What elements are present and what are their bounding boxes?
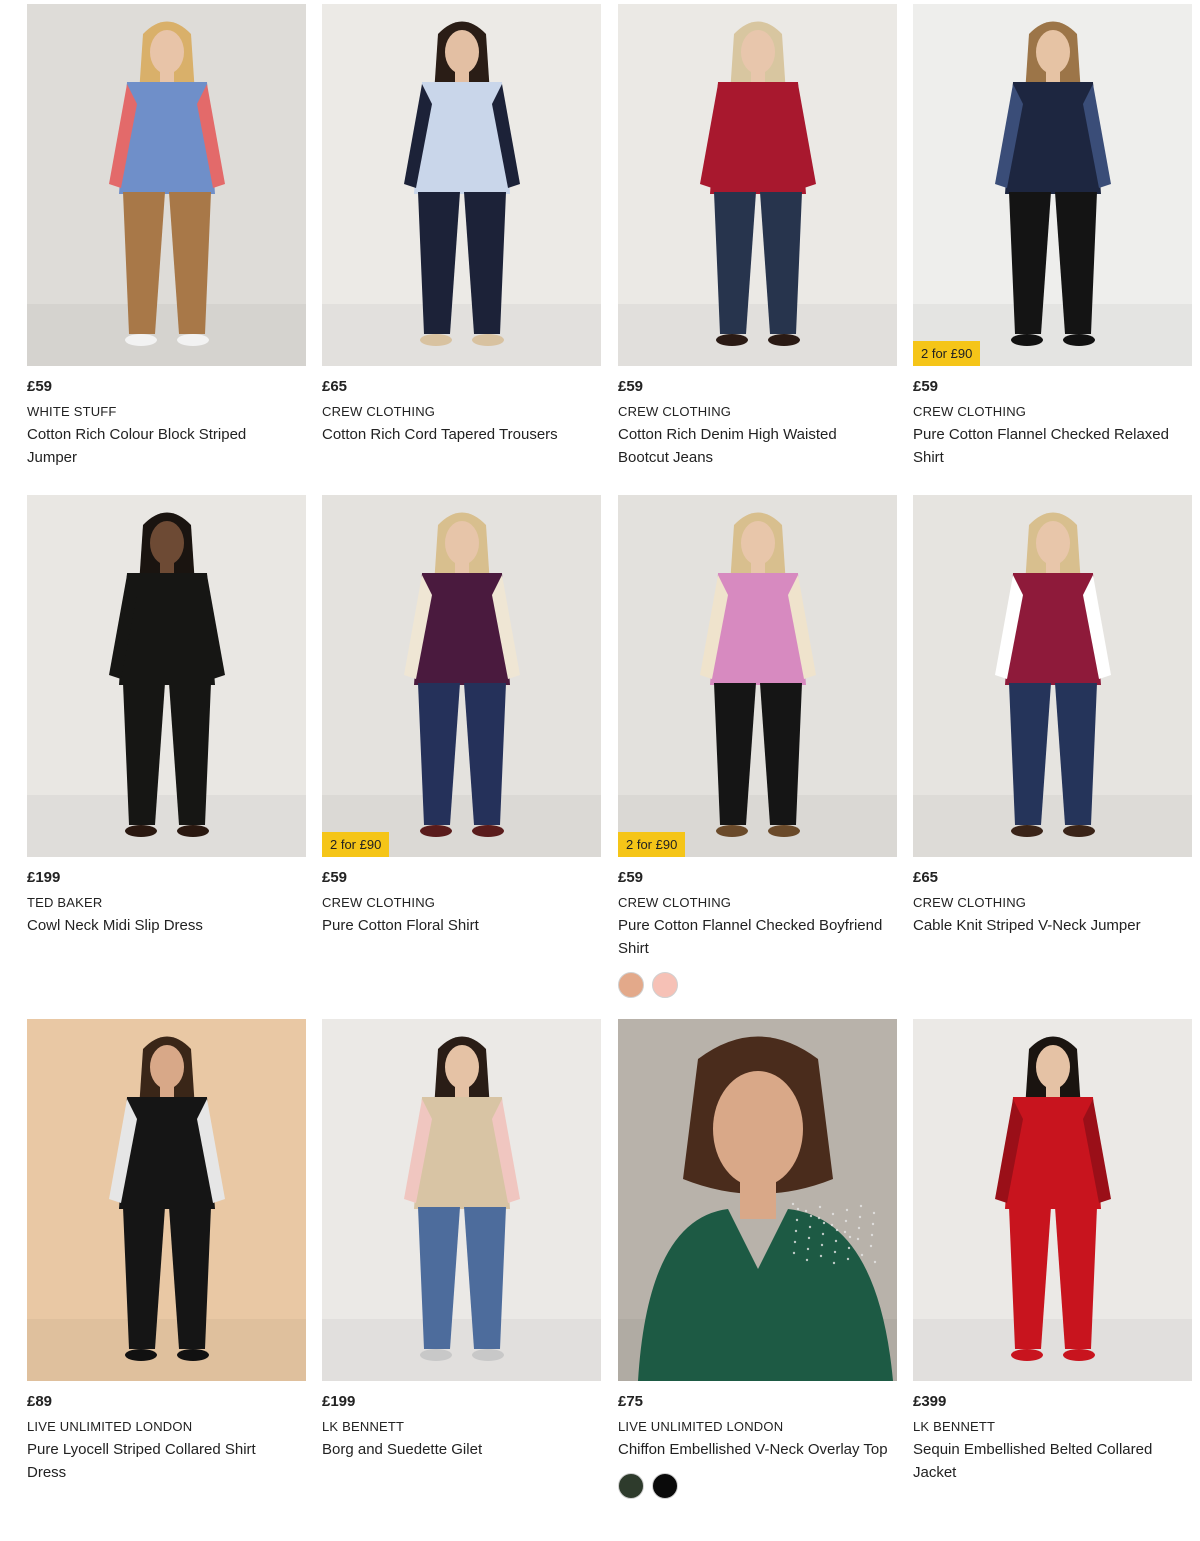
product-grid: £59 WHITE STUFF Cotton Rich Colour Block… <box>0 0 1200 1541</box>
product-image[interactable] <box>618 1019 897 1381</box>
product-title[interactable]: Pure Cotton Flannel Checked Boyfriend Sh… <box>618 914 897 960</box>
product-title[interactable]: Cowl Neck Midi Slip Dress <box>27 914 306 937</box>
model-photo <box>618 495 897 857</box>
model-photo <box>913 1019 1192 1381</box>
product-image[interactable] <box>913 495 1192 857</box>
product-price: £59 <box>618 869 644 886</box>
product-image[interactable]: 2 for £90 <box>618 495 897 857</box>
product-title[interactable]: Pure Cotton Flannel Checked Relaxed Shir… <box>913 423 1192 469</box>
product-card[interactable]: 2 for £90 £59 CREW CLOTHING Pure Cotton … <box>913 4 1192 469</box>
colour-swatch[interactable] <box>652 972 678 998</box>
product-title[interactable]: Borg and Suedette Gilet <box>322 1438 601 1461</box>
product-brand: CREW CLOTHING <box>322 895 436 910</box>
product-title[interactable]: Cable Knit Striped V-Neck Jumper <box>913 914 1192 937</box>
product-price: £399 <box>913 1393 947 1410</box>
product-card[interactable]: £59 WHITE STUFF Cotton Rich Colour Block… <box>27 4 306 469</box>
product-card[interactable]: £75 LIVE UNLIMITED LONDON Chiffon Embell… <box>618 1019 897 1499</box>
product-card[interactable]: £399 LK BENNETT Sequin Embellished Belte… <box>913 1019 1192 1484</box>
product-image[interactable] <box>618 4 897 366</box>
promo-badge: 2 for £90 <box>322 832 390 857</box>
product-image[interactable] <box>27 4 306 366</box>
product-price: £65 <box>322 378 348 395</box>
colour-swatches <box>618 1473 897 1499</box>
product-card[interactable]: 2 for £90 £59 CREW CLOTHING Pure Cotton … <box>618 495 897 998</box>
model-photo <box>322 1019 601 1381</box>
product-card[interactable]: £199 TED BAKER Cowl Neck Midi Slip Dress <box>27 495 306 937</box>
promo-badge: 2 for £90 <box>618 832 686 857</box>
colour-swatches <box>618 972 897 998</box>
model-photo <box>618 4 897 366</box>
product-price: £199 <box>322 1393 356 1410</box>
promo-badge: 2 for £90 <box>913 341 981 366</box>
model-photo <box>322 495 601 857</box>
product-brand: WHITE STUFF <box>27 404 117 419</box>
product-brand: LK BENNETT <box>322 1419 405 1434</box>
product-card[interactable]: £199 LK BENNETT Borg and Suedette Gilet <box>322 1019 601 1461</box>
product-image[interactable] <box>27 495 306 857</box>
product-brand: CREW CLOTHING <box>913 895 1027 910</box>
product-price: £59 <box>27 378 53 395</box>
product-brand: LK BENNETT <box>913 1419 996 1434</box>
product-price: £59 <box>618 378 644 395</box>
product-brand: CREW CLOTHING <box>618 404 732 419</box>
model-photo <box>322 4 601 366</box>
product-brand: LIVE UNLIMITED LONDON <box>618 1419 784 1434</box>
model-photo <box>913 4 1192 366</box>
product-image[interactable] <box>27 1019 306 1381</box>
product-title[interactable]: Sequin Embellished Belted Collared Jacke… <box>913 1438 1192 1484</box>
product-brand: TED BAKER <box>27 895 103 910</box>
model-photo <box>27 495 306 857</box>
product-title[interactable]: Cotton Rich Denim High Waisted Bootcut J… <box>618 423 897 469</box>
product-card[interactable]: £65 CREW CLOTHING Cotton Rich Cord Taper… <box>322 4 601 446</box>
model-photo <box>27 4 306 366</box>
product-image[interactable] <box>322 4 601 366</box>
model-photo <box>618 1019 897 1381</box>
product-brand: CREW CLOTHING <box>913 404 1027 419</box>
product-image[interactable] <box>322 1019 601 1381</box>
model-photo <box>27 1019 306 1381</box>
product-image[interactable]: 2 for £90 <box>913 4 1192 366</box>
product-title[interactable]: Pure Lyocell Striped Collared Shirt Dres… <box>27 1438 306 1484</box>
colour-swatch[interactable] <box>618 1473 644 1499</box>
product-title[interactable]: Chiffon Embellished V-Neck Overlay Top <box>618 1438 897 1461</box>
product-brand: LIVE UNLIMITED LONDON <box>27 1419 193 1434</box>
product-brand: CREW CLOTHING <box>618 895 732 910</box>
product-price: £89 <box>27 1393 53 1410</box>
model-photo <box>913 495 1192 857</box>
product-image[interactable]: 2 for £90 <box>322 495 601 857</box>
product-price: £75 <box>618 1393 644 1410</box>
colour-swatch[interactable] <box>652 1473 678 1499</box>
product-price: £199 <box>27 869 61 886</box>
product-price: £65 <box>913 869 939 886</box>
product-card[interactable]: £65 CREW CLOTHING Cable Knit Striped V-N… <box>913 495 1192 937</box>
product-price: £59 <box>322 869 348 886</box>
colour-swatch[interactable] <box>618 972 644 998</box>
product-card[interactable]: £59 CREW CLOTHING Cotton Rich Denim High… <box>618 4 897 469</box>
product-card[interactable]: £89 LIVE UNLIMITED LONDON Pure Lyocell S… <box>27 1019 306 1484</box>
product-title[interactable]: Cotton Rich Colour Block Striped Jumper <box>27 423 306 469</box>
product-brand: CREW CLOTHING <box>322 404 436 419</box>
product-image[interactable] <box>913 1019 1192 1381</box>
product-title[interactable]: Cotton Rich Cord Tapered Trousers <box>322 423 601 446</box>
product-card[interactable]: 2 for £90 £59 CREW CLOTHING Pure Cotton … <box>322 495 601 937</box>
product-price: £59 <box>913 378 939 395</box>
product-title[interactable]: Pure Cotton Floral Shirt <box>322 914 601 937</box>
